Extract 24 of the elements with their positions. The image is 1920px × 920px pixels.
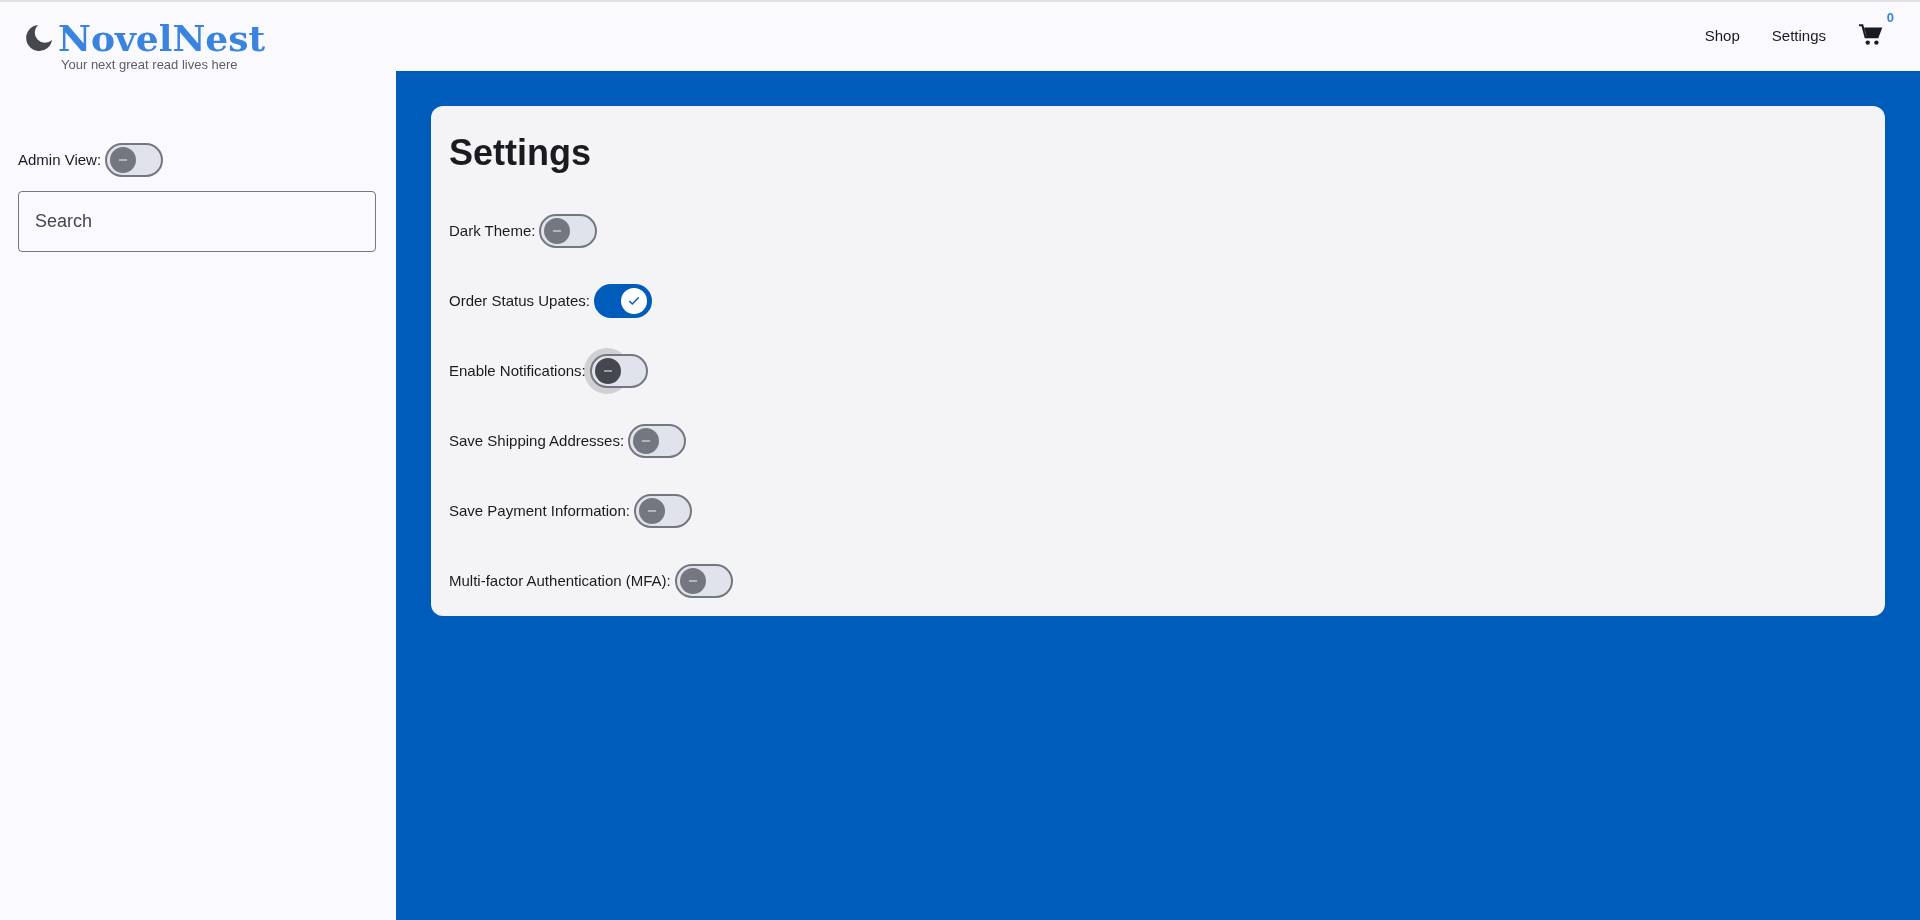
toggle-switch[interactable] [589, 354, 648, 388]
toggle-switch[interactable] [105, 143, 164, 177]
brand-name: NovelNest [58, 17, 266, 58]
toggle-switch[interactable] [593, 284, 652, 318]
search-field[interactable]: Search [18, 191, 376, 252]
check-icon [626, 294, 641, 308]
cart-icon [1858, 21, 1884, 48]
toggle-switch[interactable] [539, 214, 598, 248]
settings-title: Settings [449, 131, 592, 175]
setting-label: Order Status Upates: [449, 290, 590, 311]
nav-link[interactable]: Settings [1771, 25, 1826, 48]
setting-label: Dark Theme: [449, 220, 536, 241]
cart-count: 0 [1886, 8, 1894, 27]
brand-tagline: Your next great read lives here [61, 57, 239, 72]
toggle-switch[interactable] [628, 424, 687, 458]
moon-icon [24, 22, 54, 53]
toggle-switch[interactable] [633, 494, 692, 528]
setting-label: Multi-factor Authentication (MFA): [449, 570, 671, 591]
toggle-switch[interactable] [674, 564, 733, 598]
admin-view-label: Admin View: [18, 149, 102, 170]
setting-label: Save Shipping Addresses: [449, 430, 625, 451]
setting-label: Save Payment Information: [449, 500, 630, 521]
nav-link[interactable]: Shop [1704, 25, 1740, 48]
setting-label: Enable Notifications: [449, 360, 586, 381]
